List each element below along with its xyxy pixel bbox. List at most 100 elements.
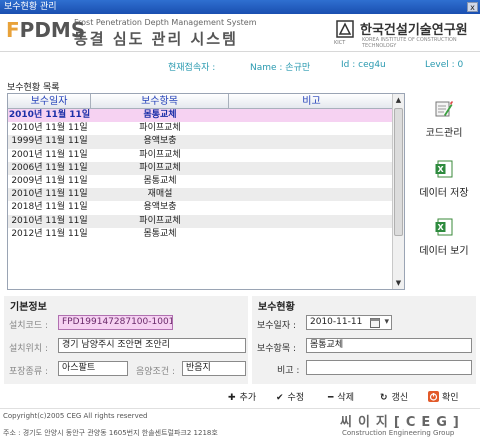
delete-label: 삭제 bbox=[337, 393, 354, 403]
excel-view-icon: X bbox=[435, 218, 453, 236]
table-row[interactable]: 2001년 11월 11일 파이프교체 bbox=[8, 149, 394, 162]
data-view-button[interactable]: X 데이터 보기 bbox=[410, 218, 478, 257]
system-name-en: Frost Penetration Depth Management Syste… bbox=[74, 18, 257, 27]
cell-item: 파이프교체 bbox=[139, 215, 181, 226]
sun-condition-label: 음양조건 : bbox=[136, 367, 176, 377]
pavement-label: 포장종류 : bbox=[9, 367, 49, 377]
cell-item: 파이프교체 bbox=[139, 123, 181, 134]
cell-date: 2018년 11월 11일 bbox=[11, 202, 88, 213]
user-name: Name : 손규만 bbox=[250, 63, 311, 73]
code-manage-label: 코드관리 bbox=[425, 128, 463, 139]
code-manage-button[interactable]: 코드관리 bbox=[410, 100, 478, 139]
user-id: Id : ceg4u bbox=[341, 60, 386, 70]
grid-rows: 2010년 11월 11일 몸통교체 2010년 11월 11일 파이프교체 1… bbox=[8, 109, 394, 241]
col-header-note[interactable]: 비고 bbox=[229, 94, 394, 109]
col-header-item[interactable]: 보수항목 bbox=[91, 94, 229, 109]
system-name-kr: 동결 심도 관리 시스템 bbox=[74, 30, 238, 48]
basic-info-panel: 기본정보 설치코드 : FPD199147287100-1001 설치위치 : … bbox=[4, 296, 248, 384]
confirm-label: 확인 bbox=[442, 393, 459, 403]
repair-list-title: 보수현황 목록 bbox=[7, 83, 60, 93]
refresh-button[interactable]: ↻ 갱신 bbox=[380, 390, 408, 403]
cell-date: 2009년 11월 11일 bbox=[11, 175, 88, 186]
col-header-date[interactable]: 보수일자 bbox=[8, 94, 91, 109]
cell-date: 2010년 11월 11일 bbox=[11, 189, 88, 200]
sun-condition-field[interactable]: 반음지 bbox=[182, 361, 246, 376]
table-row[interactable]: 2006년 11월 11일 파이프교체 bbox=[8, 161, 394, 175]
current-user-label: 현재접속자 : bbox=[168, 63, 216, 73]
table-row[interactable]: 2010년 11월 11일 재매설 bbox=[8, 188, 394, 202]
cell-date: 2006년 11월 11일 bbox=[11, 162, 88, 173]
cell-date: 2001년 11월 11일 bbox=[11, 149, 88, 160]
repair-item-label: 보수항목 : bbox=[257, 344, 297, 354]
scroll-down-icon[interactable]: ▼ bbox=[393, 277, 404, 289]
app-footer: Copyright(c)2005 CEG All rights reserved… bbox=[0, 408, 480, 446]
cell-item: 재매설 bbox=[147, 189, 173, 200]
repair-date-label: 보수일자 : bbox=[257, 321, 297, 331]
delete-button[interactable]: ━ 삭제 bbox=[328, 390, 354, 403]
confirm-button[interactable]: 확인 bbox=[428, 390, 459, 403]
repair-status-title: 보수현황 bbox=[258, 302, 295, 313]
data-save-label: 데이터 저장 bbox=[419, 188, 469, 199]
repair-list-grid[interactable]: 보수일자 보수항목 비고 2010년 11월 11일 몸통교체 2010년 11… bbox=[7, 93, 405, 290]
cell-date: 1999년 11월 11일 bbox=[11, 136, 88, 147]
install-location-label: 설치위치 : bbox=[9, 344, 49, 354]
install-code-field[interactable]: FPD199147287100-1001 bbox=[58, 315, 173, 330]
cell-date: 2010년 11월 11일 bbox=[8, 110, 91, 120]
table-row[interactable]: 2010년 11월 11일 파이프교체 bbox=[8, 122, 394, 135]
table-row[interactable]: 2009년 11월 11일 몸통교체 bbox=[8, 175, 394, 188]
data-view-label: 데이터 보기 bbox=[419, 246, 469, 257]
cell-date: 2010년 11월 11일 bbox=[11, 123, 88, 134]
cell-item: 용액보충 bbox=[143, 202, 177, 213]
address-text: 주소 : 경기도 안양시 동안구 관양동 1605번지 한솔센트럴파크2 121… bbox=[3, 429, 218, 437]
scroll-up-icon[interactable]: ▲ bbox=[393, 94, 404, 106]
plus-icon: ✚ bbox=[228, 393, 236, 403]
repair-date-picker[interactable]: 2010-11-11 ▾ bbox=[306, 315, 392, 330]
scroll-thumb[interactable] bbox=[394, 108, 403, 236]
pavement-field[interactable]: 아스팔트 bbox=[58, 361, 128, 376]
refresh-label: 갱신 bbox=[391, 393, 409, 403]
table-row[interactable]: 2012년 11월 11일 몸통교체 bbox=[8, 228, 394, 241]
repair-note-label: 비고 : bbox=[277, 366, 300, 376]
company-name-en: Construction Engineering Group bbox=[342, 429, 455, 437]
kict-label: KICT bbox=[334, 40, 346, 46]
dropdown-arrow-icon[interactable]: ▾ bbox=[384, 316, 389, 329]
install-code-label: 설치코드 : bbox=[9, 321, 49, 331]
grid-header: 보수일자 보수항목 비고 bbox=[8, 94, 394, 109]
user-info-bar: 현재접속자 : Name : 손규만 Id : ceg4u Level : 0 bbox=[0, 52, 480, 76]
user-level: Level : 0 bbox=[425, 60, 464, 70]
repair-note-field[interactable] bbox=[306, 360, 472, 375]
check-icon: ✔ bbox=[276, 393, 284, 403]
excel-icon: X bbox=[435, 160, 453, 178]
repair-status-panel: 보수현황 보수일자 : 2010-11-11 ▾ 보수항목 : 몸통교체 비고 … bbox=[252, 296, 476, 384]
table-row[interactable]: 2018년 11월 11일 용액보충 bbox=[8, 201, 394, 214]
table-row[interactable]: 1999년 11월 11일 용액보충 bbox=[8, 135, 394, 149]
edit-button[interactable]: ✔ 수정 bbox=[276, 390, 304, 403]
svg-text:X: X bbox=[438, 165, 445, 174]
cell-item: 몸통교체 bbox=[143, 228, 177, 239]
list-scrollbar[interactable]: ▲ ▼ bbox=[392, 94, 404, 289]
calendar-icon[interactable] bbox=[370, 317, 380, 328]
install-location-field[interactable]: 경기 남양주시 조안면 조안리 bbox=[58, 338, 246, 353]
window-title: 보수현황 관리 bbox=[4, 2, 57, 12]
table-row[interactable]: 2010년 11월 11일 파이프교체 bbox=[8, 214, 394, 228]
cell-item: 파이프교체 bbox=[139, 162, 181, 173]
close-icon[interactable]: x bbox=[467, 2, 478, 12]
table-row[interactable]: 2010년 11월 11일 몸통교체 bbox=[8, 109, 394, 123]
repair-date-value: 2010-11-11 bbox=[310, 317, 363, 327]
data-save-button[interactable]: X 데이터 저장 bbox=[410, 160, 478, 199]
cell-item: 몸통교체 bbox=[143, 110, 177, 120]
cell-item: 몸통교체 bbox=[143, 175, 177, 186]
cell-item: 파이프교체 bbox=[139, 149, 181, 160]
copyright-text: Copyright(c)2005 CEG All rights reserved bbox=[3, 412, 148, 420]
kict-emblem-icon bbox=[336, 20, 354, 38]
logo-f: F bbox=[6, 18, 20, 42]
cell-date: 2010년 11월 11일 bbox=[11, 215, 88, 226]
action-bar: ✚ 추가 ✔ 수정 ━ 삭제 ↻ 갱신 확인 bbox=[0, 388, 480, 406]
company-name-kr: 씨이지[CEG] bbox=[340, 415, 465, 430]
app-header: FPDMS Frost Penetration Depth Management… bbox=[0, 14, 480, 52]
add-button[interactable]: ✚ 추가 bbox=[228, 390, 256, 403]
power-icon bbox=[428, 391, 439, 402]
window-titlebar: 보수현황 관리 x bbox=[0, 0, 480, 14]
org-name-kr: 한국건설기술연구원 bbox=[360, 23, 468, 38]
repair-item-field[interactable]: 몸통교체 bbox=[306, 338, 472, 353]
